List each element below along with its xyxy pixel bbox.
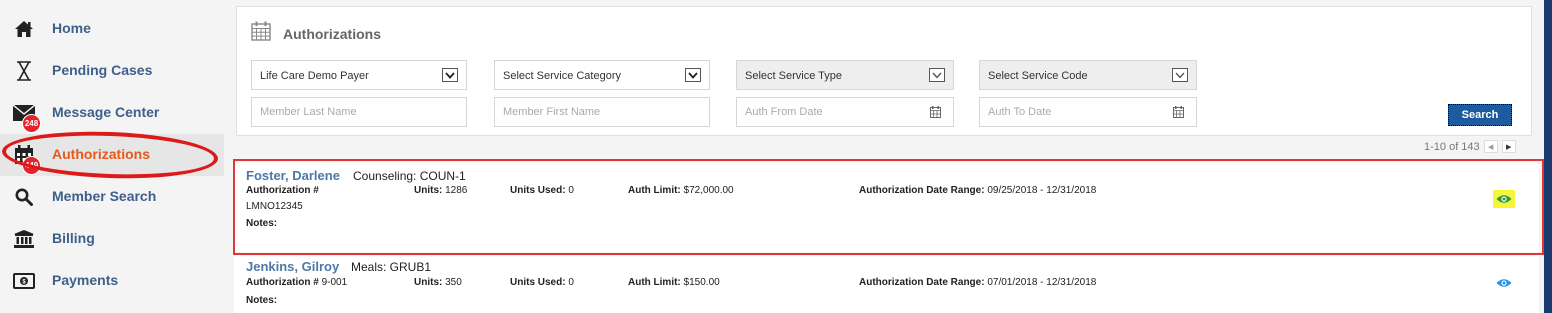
view-eye-icon[interactable] [1493, 274, 1515, 292]
search-icon [12, 186, 36, 208]
auth-from-date-input[interactable] [745, 106, 895, 118]
chevron-down-icon [685, 68, 701, 82]
member-last-name-field[interactable] [251, 97, 467, 127]
sidebar-item-label: Payments [52, 272, 119, 288]
service-code-select-value: Select Service Code [988, 70, 1088, 82]
member-name-link[interactable]: Foster, Darlene [246, 168, 340, 183]
auth-limit-field: Auth Limit: $72,000.00 [628, 185, 734, 196]
authorization-count-badge: 449 [22, 156, 41, 175]
prev-page-icon[interactable]: ◀ [1483, 140, 1498, 153]
auth-limit-field: Auth Limit: $150.00 [628, 277, 720, 288]
sidebar: Home Pending Cases 248 Message Center 44… [0, 0, 224, 313]
sidebar-item-label: Message Center [52, 104, 160, 120]
chevron-down-icon [442, 68, 458, 82]
sidebar-item-label: Member Search [52, 188, 157, 204]
hourglass-icon [12, 60, 36, 82]
auth-to-date-input[interactable] [988, 106, 1138, 118]
authorization-number-label: Authorization # [246, 185, 319, 196]
sidebar-item-authorizations[interactable]: 449 Authorizations [0, 134, 224, 176]
sidebar-item-message-center[interactable]: 248 Message Center [0, 92, 224, 134]
authorization-number-field: Authorization # 9-001 [246, 277, 348, 288]
pagination-range: 1-10 of 143 [1424, 140, 1480, 153]
member-first-name-field[interactable] [494, 97, 710, 127]
date-range-field: Authorization Date Range: 07/01/2018 - 1… [859, 277, 1097, 288]
service-type-select-value: Select Service Type [745, 70, 843, 82]
notes-label: Notes: [246, 295, 278, 306]
pagination: 1-10 of 143 ◀ ▶ [1424, 140, 1516, 153]
sidebar-item-label: Billing [52, 230, 95, 246]
auth-from-date-field[interactable] [736, 97, 954, 127]
service-label: Counseling: COUN-1 [353, 169, 466, 183]
units-used-field: Units Used: 0 [510, 185, 574, 196]
units-field: Units: 350 [414, 277, 462, 288]
auth-to-date-field[interactable] [979, 97, 1197, 127]
scrollbar[interactable] [1544, 0, 1552, 313]
notes-label: Notes: [246, 218, 278, 229]
service-category-select[interactable]: Select Service Category [494, 60, 710, 90]
units-field: Units: 1286 [414, 185, 468, 196]
main-content: Authorizations Life Care Demo Payer Sele… [224, 0, 1544, 313]
member-name-link[interactable]: Jenkins, Gilroy [246, 259, 339, 274]
authorization-card: Jenkins, Gilroy Meals: GRUB1 Authorizati… [234, 256, 1539, 313]
authorization-card: Foster, Darlene Counseling: COUN-1 Autho… [234, 162, 1539, 252]
home-icon [12, 18, 36, 40]
chevron-down-icon [929, 68, 945, 82]
panel-title-text: Authorizations [283, 25, 381, 42]
sidebar-item-pending-cases[interactable]: Pending Cases [0, 50, 224, 92]
panel-title: Authorizations [251, 21, 381, 46]
sidebar-item-label: Authorizations [52, 146, 150, 162]
filter-panel: Authorizations Life Care Demo Payer Sele… [236, 6, 1532, 136]
date-range-field: Authorization Date Range: 09/25/2018 - 1… [859, 185, 1097, 196]
service-category-select-value: Select Service Category [503, 70, 621, 82]
service-code-select[interactable]: Select Service Code [979, 60, 1197, 90]
units-used-field: Units Used: 0 [510, 277, 574, 288]
sidebar-item-billing[interactable]: Billing [0, 218, 224, 260]
calendar-icon [251, 21, 271, 46]
chevron-down-icon [1172, 68, 1188, 82]
calendar-icon[interactable] [930, 106, 941, 121]
authorization-number-value: LMNO12345 [246, 201, 303, 212]
message-count-badge: 248 [22, 114, 41, 133]
view-eye-icon[interactable] [1493, 190, 1515, 208]
service-type-select[interactable]: Select Service Type [736, 60, 954, 90]
payer-select[interactable]: Life Care Demo Payer [251, 60, 467, 90]
sidebar-item-member-search[interactable]: Member Search [0, 176, 224, 218]
sidebar-item-payments[interactable]: $ Payments [0, 260, 224, 302]
bank-icon [12, 228, 36, 250]
sidebar-item-label: Pending Cases [52, 62, 153, 78]
member-last-name-input[interactable] [260, 106, 410, 118]
next-page-icon[interactable]: ▶ [1501, 140, 1516, 153]
member-first-name-input[interactable] [503, 106, 653, 118]
calendar-icon[interactable] [1173, 106, 1184, 121]
sidebar-item-home[interactable]: Home [0, 8, 224, 50]
money-icon: $ [12, 270, 36, 292]
sidebar-item-label: Home [52, 20, 91, 36]
service-label: Meals: GRUB1 [351, 260, 432, 274]
search-button[interactable]: Search [1448, 104, 1512, 126]
payer-select-value: Life Care Demo Payer [260, 70, 369, 82]
